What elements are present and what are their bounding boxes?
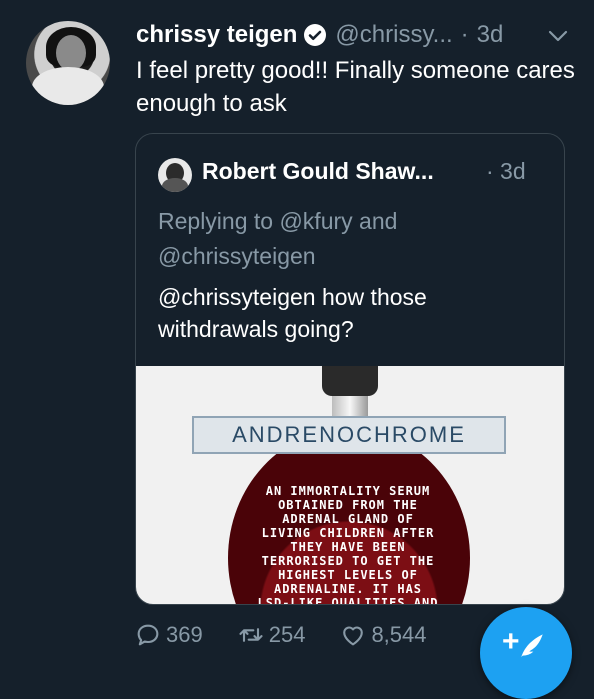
quoted-author-name: Robert Gould Shaw... [202,158,434,184]
reply-button[interactable]: 369 [134,621,203,649]
compose-tweet-button[interactable]: + [480,607,572,699]
tweet-text: I feel pretty good!! Finally someone car… [136,57,575,117]
retweet-button[interactable]: 254 [237,621,306,649]
reply-icon [137,624,159,646]
replying-to: Replying to @kfury and @chrissyteigen [158,208,398,269]
author-avatar[interactable] [26,21,110,105]
like-button[interactable]: 8,544 [339,621,427,649]
quoted-author-avatar[interactable] [158,158,192,192]
tweet-actions: 369 254 8,544 [134,619,461,651]
quoted-tweet-time: · 3d [486,158,526,184]
image-label: ANDRENOCHROME [192,416,506,454]
quoted-tweet-image[interactable]: ANDRENOCHROME AN IMMORTALITY SERUM OBTAI… [136,366,564,604]
retweet-count: 254 [268,622,306,647]
bottle-stopper [322,366,378,396]
reply-count: 369 [166,622,203,647]
heart-icon [343,626,364,646]
retweet-icon [239,628,263,642]
author-name[interactable]: chrissy teigen [136,21,297,49]
chevron-down-icon[interactable] [546,24,570,48]
verified-badge-icon [304,24,327,46]
image-body-text: AN IMMORTALITY SERUM OBTAINED FROM THE A… [257,484,439,604]
separator: · [460,21,469,48]
tweet-time[interactable]: 3d [477,21,504,49]
author-handle: @chrissy... [335,21,453,48]
compose-tweet-icon [521,634,543,657]
quoted-tweet-text: @chrissyteigen how those withdrawals goi… [158,284,427,342]
tweet-header: chrissy teigen @chrissy... · 3d [136,17,503,53]
like-count: 8,544 [371,622,427,647]
quoted-tweet[interactable]: Robert Gould Shaw... · 3d Replying to @k… [135,133,565,605]
